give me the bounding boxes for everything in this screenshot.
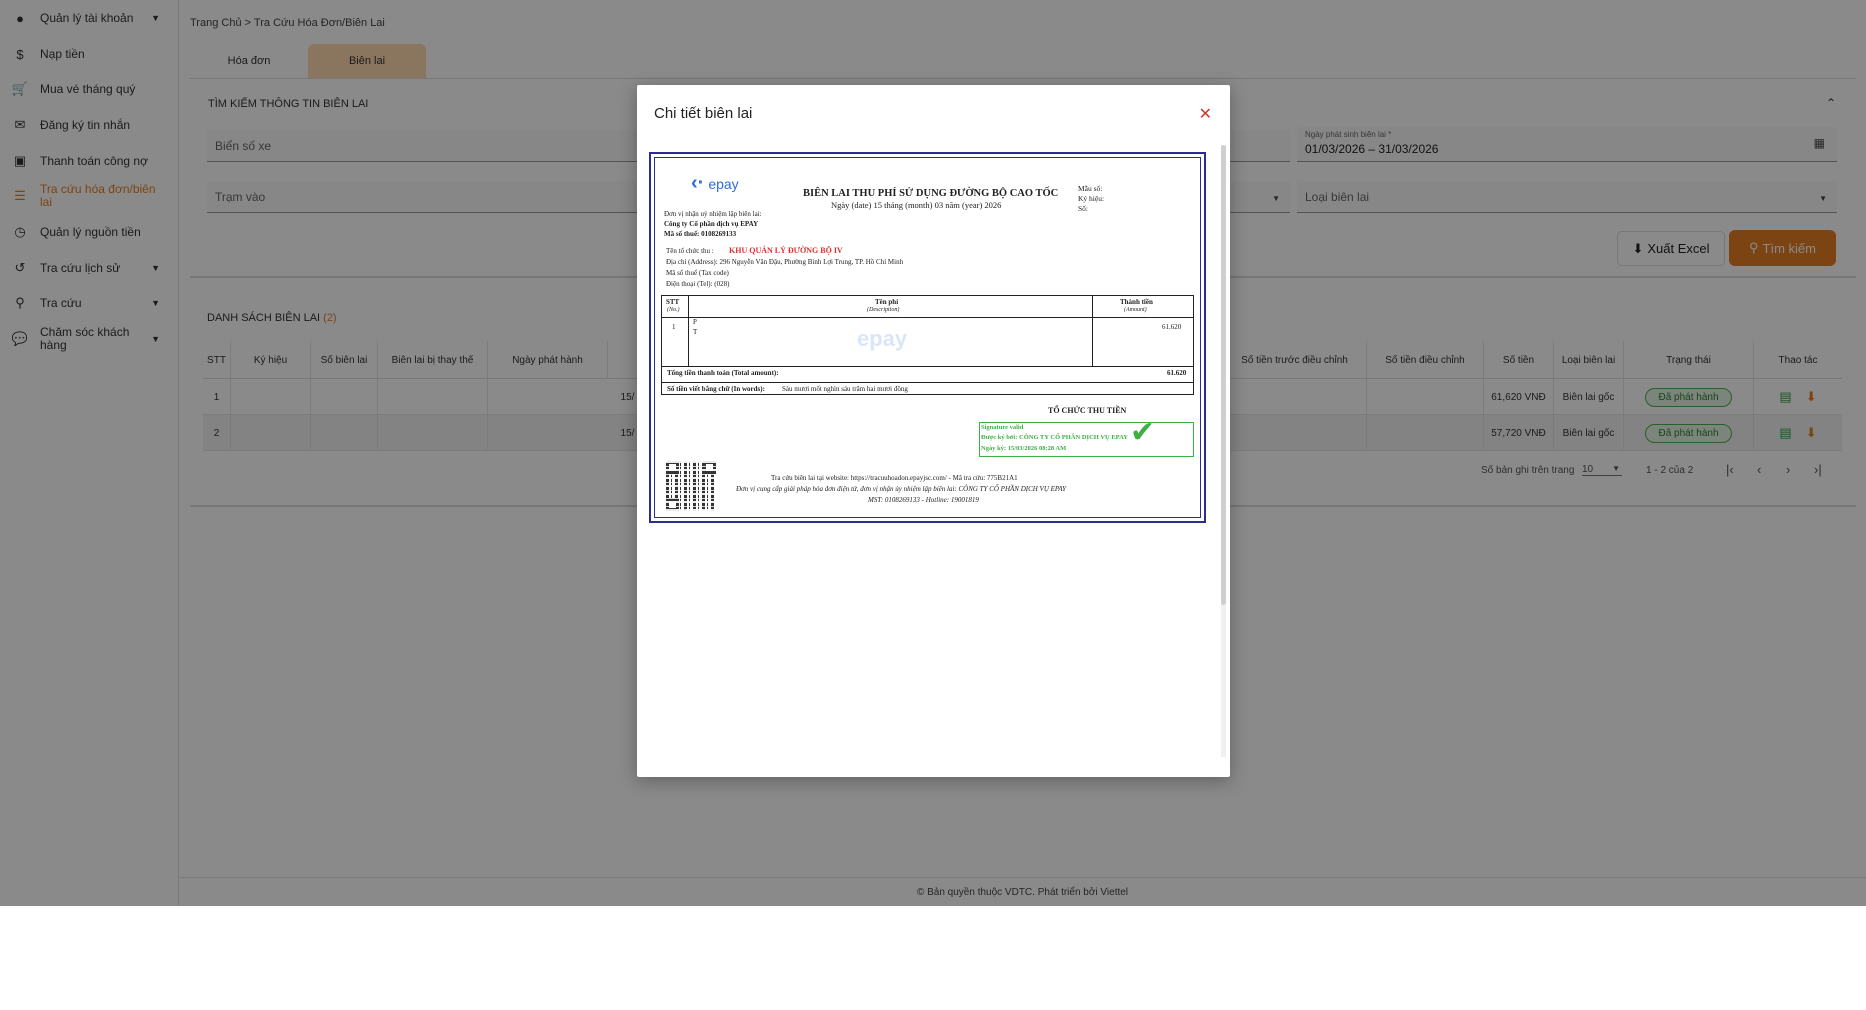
epay-logo-icon: ‹· <box>691 172 705 194</box>
total-value: 61.620 <box>1167 369 1187 377</box>
receipt-unit-label: Đơn vị nhận uỷ nhiệm lập biên lai: <box>664 210 762 218</box>
receipt-fee-table: STT (No.) Tên phí (Description) Thành ti… <box>661 295 1194 395</box>
receipt-address: Địa chỉ (Address): 296 Nguyễn Văn Đậu, P… <box>666 258 904 266</box>
receipt-tax-code: Mã số thuế (Tax code) <box>666 269 729 277</box>
scrollbar-thumb[interactable] <box>1221 145 1226 605</box>
table-line <box>662 382 1193 383</box>
modal-scrollbar[interactable] <box>1221 145 1226 757</box>
row-amount: 61.620 <box>1162 323 1182 331</box>
qr-corner <box>666 461 679 474</box>
epay-logo-text: epay <box>708 175 739 192</box>
lookup-line: Tra cứu biên lai tại website: https://tr… <box>771 474 1018 482</box>
qr-corner <box>666 498 679 511</box>
receipt-collector-name: KHU QUẢN LÝ ĐƯỜNG BỘ IV <box>729 246 843 255</box>
receipt-collector-label: Tên tổ chức thu : <box>666 247 714 255</box>
receipt-number-label: Số: <box>1078 204 1089 213</box>
th-fee-en: (Description) <box>867 307 900 313</box>
signature-date: Ngày ký: 15/03/2026 08:28 AM <box>981 445 1067 452</box>
org-label: TỔ CHỨC THU TIỀN <box>1048 406 1127 415</box>
close-icon[interactable]: ✕ <box>1199 104 1212 124</box>
table-line <box>662 366 1193 367</box>
modal-title: Chi tiết biên lai <box>654 105 753 122</box>
row-stt: 1 <box>672 323 676 331</box>
row-line2: T <box>693 328 698 336</box>
signature-by: Được ký bởi: CÔNG TY CỔ PHẦN DỊCH VỤ EPA… <box>981 434 1128 441</box>
th-fee: Tên phí <box>875 298 899 306</box>
receipt-date: Ngày (date) 15 tháng (month) 03 năm (yea… <box>831 200 1002 210</box>
table-line <box>662 317 1193 318</box>
signature-box: Signature valid Được ký bởi: CÔNG TY CỔ … <box>979 415 1194 457</box>
words-label: Số tiền viết bằng chữ (In words): <box>667 385 765 393</box>
row-line1: P <box>693 318 697 326</box>
receipt-form-label: Mẫu số: <box>1078 184 1103 193</box>
checkmark-icon: ✔ <box>1130 415 1156 450</box>
words-value: Sáu mươi mốt nghìn sáu trăm hai mươi đồn… <box>782 385 908 393</box>
receipt-title: BIÊN LAI THU PHÍ SỬ DỤNG ĐƯỜNG BỘ CAO TỐ… <box>803 188 1059 199</box>
provider-line: Đơn vị cung cấp giải pháp hóa đơn điện t… <box>736 485 1067 493</box>
receipt-unit-name: Công ty Cổ phần dịch vụ EPAY <box>664 220 759 228</box>
th-stt: STT <box>666 298 680 306</box>
epay-logo: ‹· epay <box>691 172 739 195</box>
receipt-watermark: epay <box>857 326 908 351</box>
receipt-document: ‹· epay BIÊN LAI THU PHÍ SỬ DỤNG ĐƯỜNG B… <box>649 152 1206 523</box>
receipt-detail-modal: Chi tiết biên lai ✕ ‹· epay BIÊN LAI THU… <box>637 85 1230 777</box>
receipt-unit-tax: Mã số thuế: 0108269133 <box>664 230 737 238</box>
qr-corner <box>703 461 716 474</box>
receipt-phone: Điện thoại (Tel): (028) <box>666 280 730 288</box>
qr-code <box>666 461 716 511</box>
receipt-symbol-label: Ký hiệu: <box>1078 194 1105 203</box>
table-line <box>1092 296 1093 366</box>
signature-valid: Signature valid <box>981 424 1024 431</box>
th-amount: Thành tiền <box>1120 298 1153 306</box>
th-stt-en: (No.) <box>667 307 680 313</box>
table-line <box>688 296 689 366</box>
app-root: ● Quản lý tài khoản ▼ $ Nạp tiền 🛒 Mua v… <box>0 0 1866 906</box>
total-label: Tổng tiền thanh toán (Total amount): <box>667 369 779 377</box>
th-amount-en: (Amount) <box>1124 307 1147 313</box>
mst-line: MST: 0108269133 - Hotline: 19001819 <box>868 496 979 504</box>
